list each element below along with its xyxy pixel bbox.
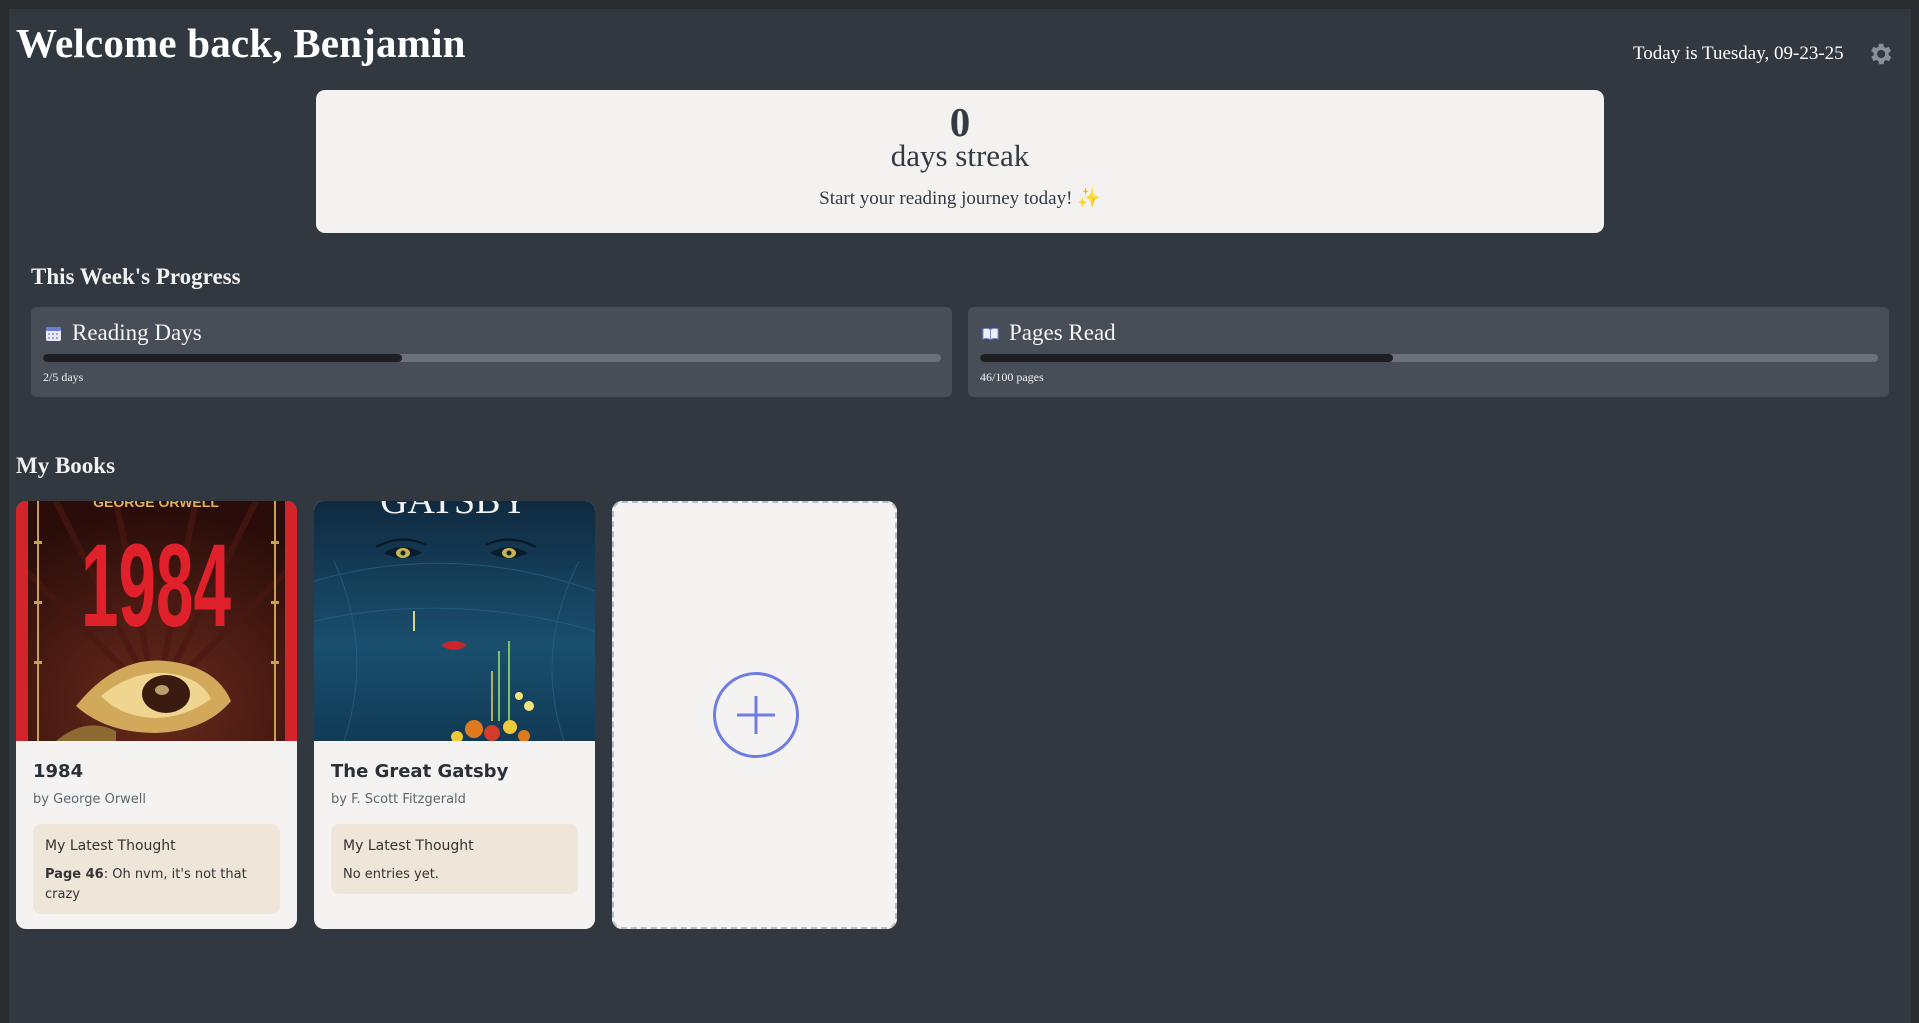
reading-days-progress-track (43, 354, 941, 362)
thought-body: Page 46: Oh nvm, it's not that crazy (45, 865, 265, 905)
plus-icon[interactable] (713, 672, 799, 758)
thought-title: My Latest Thought (45, 838, 176, 854)
pages-read-card: Pages Read 46/100 pages (968, 307, 1889, 397)
pages-read-progress-fill (980, 354, 1394, 362)
app-container: Welcome back, Benjamin Today is Tuesday,… (9, 9, 1911, 1023)
reading-days-card: Reading Days 2/5 days (31, 307, 952, 397)
today-date: Today is Tuesday, 09-23-25 (1633, 43, 1844, 64)
my-books-title: My Books (16, 453, 116, 478)
thought-page: Page 46 (45, 867, 104, 882)
thought-title: My Latest Thought (343, 838, 474, 854)
cover-title-text: GATSBY (380, 501, 528, 522)
reading-days-label: Reading Days (72, 320, 202, 345)
book-icon (982, 325, 999, 342)
weekly-progress-title: This Week's Progress (31, 264, 241, 289)
reading-days-text: 2/5 days (43, 370, 84, 384)
book-card-1984[interactable]: GEORGE ORWELL 1984 1984 by George Orwell… (16, 501, 297, 929)
streak-message: Start your reading journey today! ✨ (819, 188, 1101, 209)
calendar-icon (45, 325, 62, 342)
latest-thought-box: My Latest Thought No entries yet. (331, 824, 578, 894)
book-title: The Great Gatsby (331, 761, 509, 782)
latest-thought-box: My Latest Thought Page 46: Oh nvm, it's … (33, 824, 280, 914)
pages-read-text: 46/100 pages (980, 370, 1044, 384)
cover-big-text: 1984 (81, 520, 231, 652)
book-cover-great-gatsby: GATSBY (314, 501, 595, 741)
pages-read-label: Pages Read (1009, 320, 1116, 345)
pages-read-progress-track (980, 354, 1878, 362)
book-card-great-gatsby[interactable]: GATSBY The Great Gatsby by F. Scott Fitz… (314, 501, 595, 929)
cover-author-text: GEORGE ORWELL (93, 501, 219, 510)
reading-days-progress-fill (43, 354, 403, 362)
book-cover-1984: GEORGE ORWELL 1984 (16, 501, 297, 741)
book-title: 1984 (33, 761, 84, 782)
book-author: by F. Scott Fitzgerald (331, 792, 466, 807)
book-author: by George Orwell (33, 792, 147, 807)
streak-label: days streak (890, 138, 1030, 173)
add-book-card[interactable] (612, 501, 897, 929)
thought-body: No entries yet. (343, 867, 439, 882)
gear-icon[interactable] (1866, 40, 1894, 68)
page-title: Welcome back, Benjamin (16, 20, 466, 66)
streak-card: 0 days streak Start your reading journey… (316, 90, 1604, 233)
